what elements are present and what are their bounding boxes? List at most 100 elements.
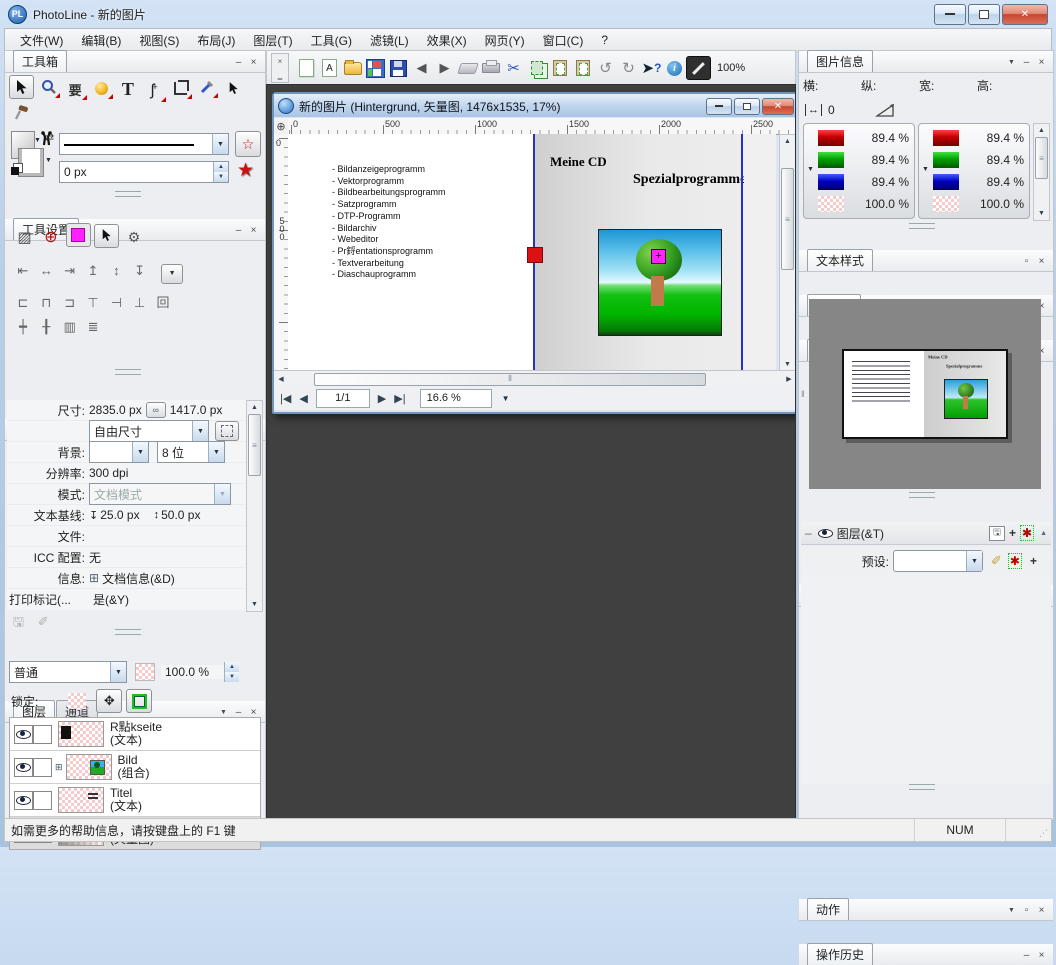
color-box1-dropdown-icon[interactable]: ▼ — [807, 166, 814, 173]
select-tool[interactable] — [9, 75, 34, 99]
arrow-mode-button[interactable] — [94, 224, 119, 248]
minimize-button[interactable] — [934, 4, 966, 25]
cut-button[interactable]: ✂ — [502, 57, 525, 79]
actions-close-icon[interactable]: × — [1034, 905, 1049, 917]
panel-splitter-grip6[interactable] — [909, 784, 935, 790]
doc-close-button[interactable]: ✕ — [762, 98, 794, 115]
layer-row-titel[interactable]: Titel(文本) — [10, 784, 260, 817]
document-window[interactable]: 新的图片 (Hintergrund, 矢量图, 1476x1535, 17%) … — [272, 92, 796, 414]
paste-button[interactable] — [548, 57, 571, 79]
layer1-visible-toggle[interactable] — [14, 725, 33, 744]
restore-button[interactable] — [968, 4, 1000, 25]
scroll-up-icon[interactable]: ▲ — [1038, 124, 1045, 137]
first-page-button[interactable]: |◀ — [280, 392, 291, 405]
print-marks-value[interactable]: 是(&Y) — [93, 591, 129, 608]
image-info-minimize-icon[interactable]: – — [1019, 57, 1034, 69]
layer2-visible-toggle[interactable] — [14, 758, 33, 777]
align-bottom-icon[interactable]: ↧ — [130, 263, 150, 279]
pointer-tool[interactable] — [222, 77, 245, 99]
history-header[interactable]: 操作历史 –× — [799, 944, 1053, 965]
crop-tool[interactable] — [169, 77, 192, 99]
layer3-name[interactable]: Titel — [110, 786, 132, 800]
measure-tool-button[interactable] — [686, 56, 711, 80]
scroll-down-icon[interactable]: ▼ — [251, 598, 258, 611]
image-info-header[interactable]: 图片信息 ▼–× — [799, 51, 1053, 73]
layer3-visible-toggle[interactable] — [14, 791, 33, 810]
default-colors-icon[interactable] — [11, 167, 19, 175]
menu-help[interactable]: ? — [592, 31, 617, 49]
doc-vscroll-thumb[interactable] — [781, 168, 794, 270]
bit-depth-dropdown[interactable]: 8 位 ▼ — [157, 441, 225, 463]
image-info-menu-icon[interactable]: ▼ — [1004, 57, 1019, 69]
forward-button[interactable]: ▶ — [433, 57, 456, 79]
add-preset-icon[interactable]: + — [1030, 554, 1037, 568]
panel-splitter-grip4[interactable] — [909, 223, 935, 229]
info-button[interactable]: i — [663, 57, 686, 79]
stroke-width-value[interactable]: 0 px — [60, 165, 213, 179]
delete-layer-icon[interactable]: 🖫 — [989, 526, 1005, 541]
layer-tool[interactable]: 要 — [64, 78, 87, 100]
stroke-width-input[interactable]: 0 px ▲▼ — [59, 161, 229, 183]
layer1-select-checkbox[interactable] — [33, 725, 52, 744]
magenta-marker-button[interactable] — [66, 223, 91, 247]
doc-titlebar[interactable]: 新的图片 (Hintergrund, 矢量图, 1476x1535, 17%) … — [274, 94, 796, 117]
center-in-page-icon[interactable]: 回 — [153, 294, 173, 310]
print-button[interactable] — [479, 57, 502, 79]
distribute-left-icon[interactable]: ⊏ — [13, 295, 33, 311]
window-titlebar[interactable]: PL PhotoLine - 新的图片 ✕ — [0, 0, 1056, 28]
browse-button[interactable] — [364, 57, 387, 79]
scan-button[interactable] — [456, 57, 479, 79]
zoom-tool[interactable] — [37, 76, 60, 98]
new-document-button[interactable] — [295, 57, 318, 79]
resize-grip[interactable]: ⋰ — [1006, 819, 1051, 841]
align-left-icon[interactable]: ⇤ — [13, 263, 33, 279]
stroke-color-dropdown-icon[interactable]: ▼ — [45, 157, 52, 164]
lock-transparency-swatch[interactable] — [68, 693, 86, 709]
align-center-h-icon[interactable]: ↔ — [36, 263, 56, 279]
doc-hscroll-thumb[interactable]: ⦀ — [314, 373, 706, 386]
expand-info-icon[interactable]: ⊞ — [89, 571, 99, 585]
layer3-select-checkbox[interactable] — [33, 791, 52, 810]
crosshair-target-icon[interactable]: ⊕ — [39, 226, 62, 248]
same-width-icon[interactable]: ┿ — [13, 319, 33, 335]
fill-color-dropdown-icon[interactable]: ▼ — [34, 137, 41, 144]
size-height-value[interactable]: 1417.0 px — [170, 403, 223, 417]
settings-gear-icon[interactable]: ⚙ — [122, 227, 145, 249]
effect-icon[interactable]: ✱ — [1008, 553, 1022, 569]
hammer-tool[interactable] — [9, 102, 32, 124]
toolbox-header[interactable]: 工具箱 –× — [5, 51, 265, 73]
bit-depth-dropdown-arrow[interactable]: ▼ — [208, 442, 224, 462]
doc-scroll-left-icon[interactable]: ◀ — [274, 373, 288, 386]
text-style-close-icon[interactable]: × — [1034, 256, 1049, 268]
stroke-width-spinner[interactable]: ▲▼ — [213, 162, 228, 182]
baseline-spacing-value[interactable]: 50.0 px — [161, 508, 200, 522]
distribute-right-icon[interactable]: ⊐ — [60, 295, 80, 311]
actions-header[interactable]: 动作 ▼▫× — [799, 899, 1053, 921]
line-style-dropdown-arrow[interactable]: ▼ — [212, 134, 228, 154]
menu-tools[interactable]: 工具(G) — [302, 30, 361, 51]
size-mode-dropdown-arrow[interactable]: ▼ — [192, 421, 208, 441]
page-number-field[interactable]: 1/1 — [316, 389, 370, 408]
opacity-value[interactable]: 100.0 % — [161, 665, 224, 679]
align-center-v-icon[interactable]: ↕ — [106, 263, 126, 279]
doc-props-scrollbar[interactable]: ▲ ▼ — [246, 400, 263, 612]
actions-menu-icon[interactable]: ▼ — [1004, 905, 1019, 917]
distribute-middle-icon[interactable]: ⊣ — [106, 295, 126, 311]
blend-mode-dropdown-arrow[interactable]: ▼ — [110, 662, 126, 682]
transform-mode-icon[interactable]: ▨ — [13, 226, 36, 248]
lock-position-button[interactable]: ✥ — [96, 689, 122, 713]
scrollbar-thumb[interactable] — [248, 414, 261, 476]
preset-dropdown[interactable]: ▼ — [893, 550, 983, 572]
preview-resize-grip[interactable]: ‖ — [801, 389, 805, 399]
save-button[interactable] — [387, 57, 410, 79]
text-tool[interactable]: T — [116, 78, 139, 100]
panel-splitter-grip[interactable] — [115, 191, 141, 197]
next-page-button[interactable]: ▶ — [378, 392, 386, 405]
menu-file[interactable]: 文件(W) — [11, 30, 72, 51]
selection-handle[interactable] — [527, 247, 543, 263]
menu-edit[interactable]: 编辑(B) — [72, 30, 130, 51]
image-info-close-icon[interactable]: × — [1034, 57, 1049, 69]
doc-scroll-right-icon[interactable]: ▶ — [782, 373, 796, 386]
baseline-offset-value[interactable]: 25.0 px — [100, 508, 139, 522]
layer2-expander-icon[interactable]: ⊞ — [55, 762, 63, 773]
